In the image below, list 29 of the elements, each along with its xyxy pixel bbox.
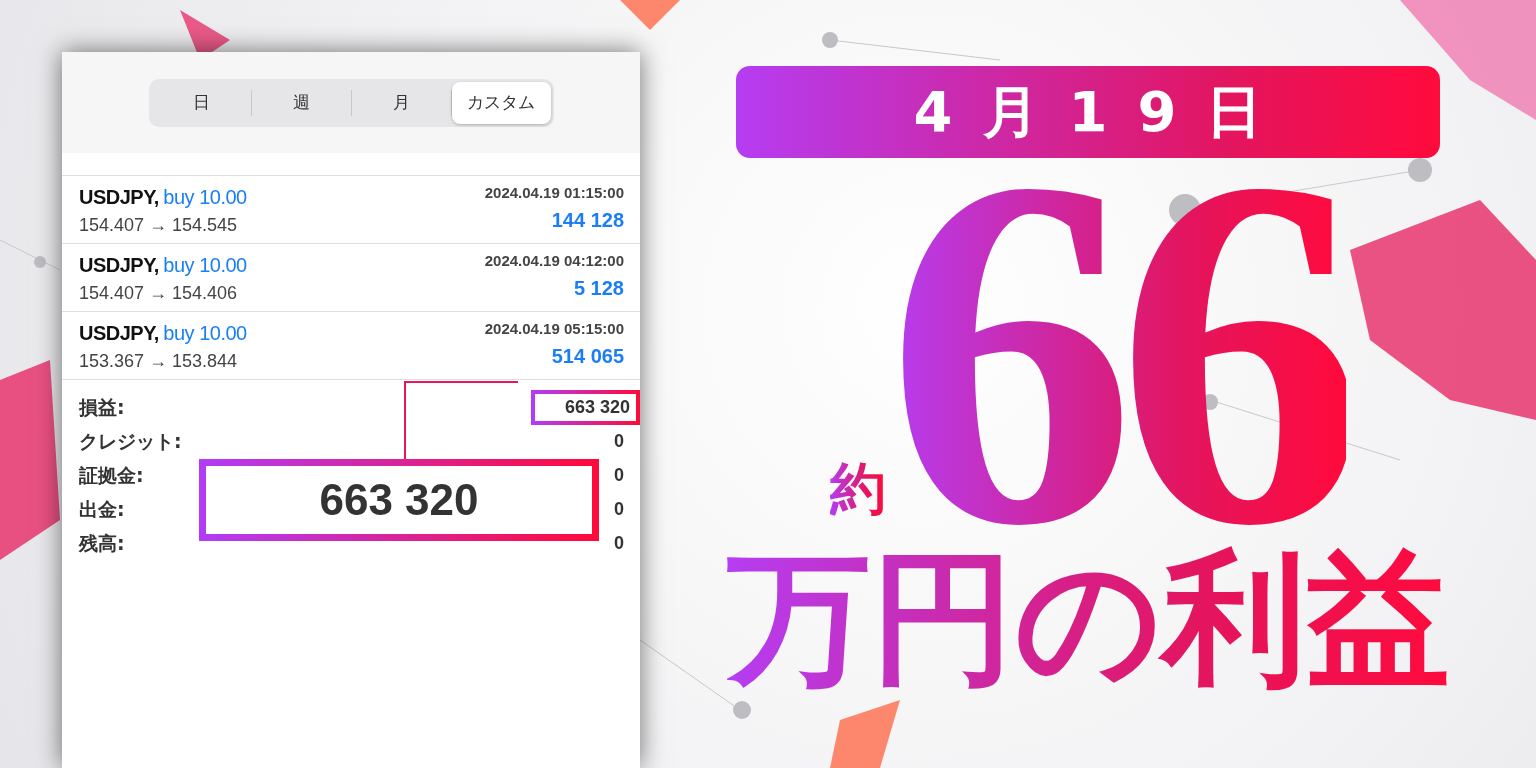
price-range: 154.407 → 154.545 — [79, 214, 239, 237]
price-range: 154.407 → 154.406 — [79, 282, 239, 305]
trade-time: 2024.04.19 05:15:00 — [484, 319, 624, 339]
trade-profit: 5 128 — [572, 275, 624, 301]
trade-title: USDJPY, buy 10.00 — [79, 185, 247, 210]
summary-label: 証拠金: — [79, 462, 144, 488]
date-banner: 4月19日 — [736, 66, 1440, 158]
summary-value: 0 — [614, 531, 624, 555]
trade-profit: 144 128 — [550, 207, 624, 233]
callout-value: 663 320 — [199, 459, 599, 541]
summary-label: 損益: — [79, 394, 125, 420]
summary-value: 0 — [614, 463, 624, 487]
period-tab[interactable]: 週 — [251, 82, 351, 124]
summary-label: 残高: — [79, 530, 125, 556]
summary-value: 663 320 — [530, 389, 640, 425]
summary-label: 出金: — [79, 496, 125, 522]
summary-value: 0 — [614, 497, 624, 521]
summary-label: クレジット: — [79, 428, 182, 454]
trade-profit: 514 065 — [550, 343, 624, 369]
period-tab[interactable]: カスタム — [451, 82, 551, 124]
period-tab[interactable]: 月 — [351, 82, 451, 124]
summary-value: 0 — [614, 429, 624, 453]
prefix-text: 約 — [830, 460, 886, 516]
price-range: 153.367 → 153.844 — [79, 350, 239, 373]
period-tab[interactable]: 日 — [151, 82, 251, 124]
trade-time: 2024.04.19 01:15:00 — [484, 183, 624, 203]
trade-title: USDJPY, buy 10.00 — [79, 321, 247, 346]
trade-time: 2024.04.19 04:12:00 — [484, 251, 624, 271]
trade-title: USDJPY, buy 10.00 — [79, 253, 247, 278]
